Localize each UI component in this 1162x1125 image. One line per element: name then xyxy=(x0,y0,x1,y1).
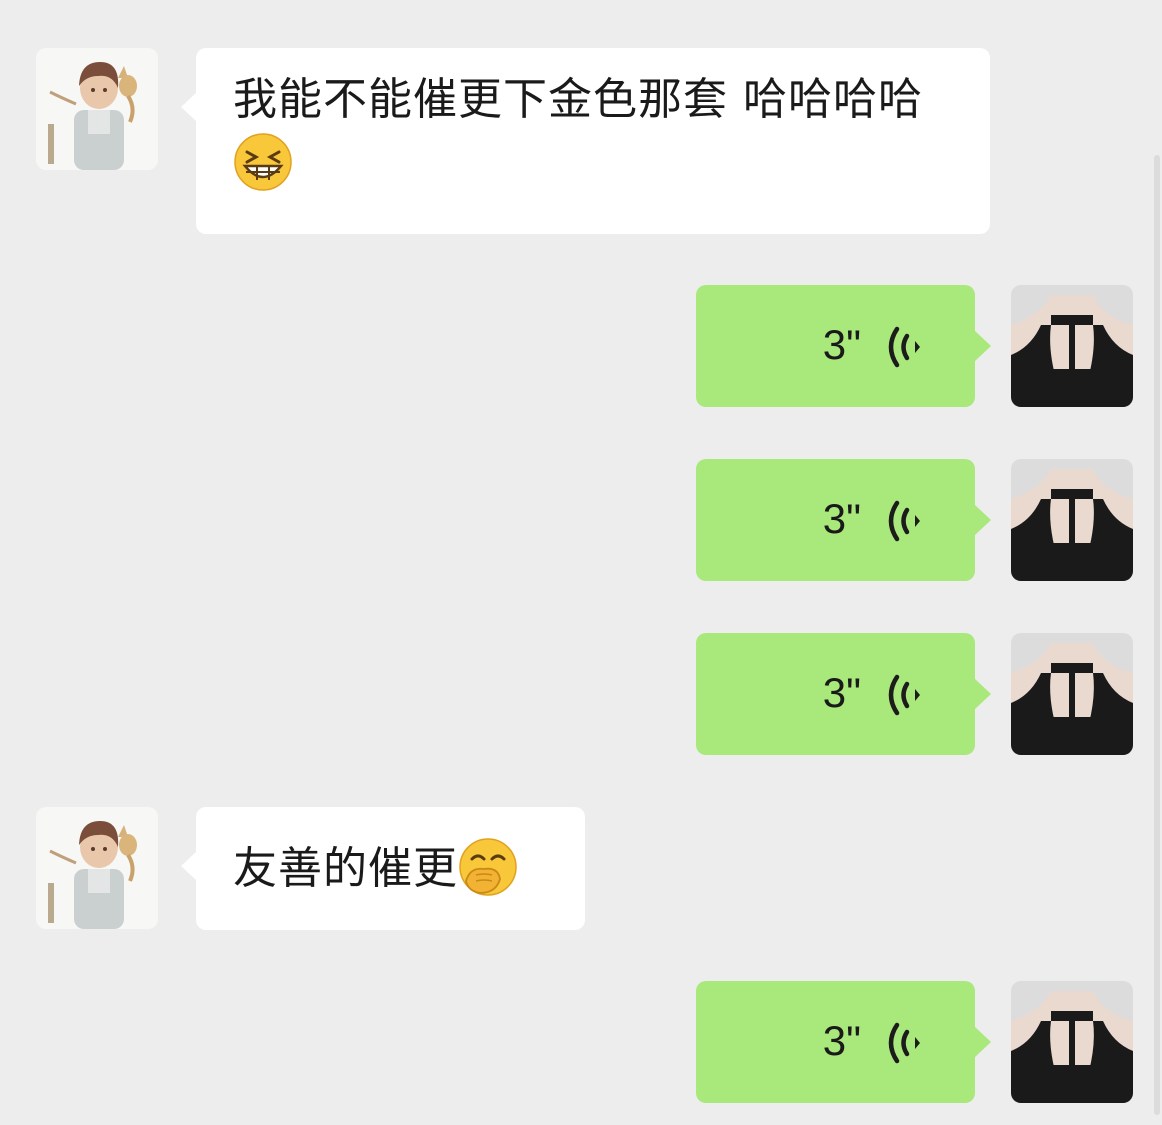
incoming-text-bubble[interactable]: 友善的催更 xyxy=(181,807,585,930)
message-text: 友善的催更 xyxy=(233,843,458,894)
voice-playback-icon xyxy=(888,1022,920,1064)
voice-duration: 3" xyxy=(822,1017,861,1064)
my-avatar[interactable] xyxy=(1011,459,1133,581)
outgoing-voice-bubble[interactable]: 3" xyxy=(696,633,991,755)
my-avatar[interactable] xyxy=(1011,981,1133,1103)
outgoing-voice-bubble[interactable]: 3" xyxy=(696,981,991,1103)
voice-duration: 3" xyxy=(822,321,861,368)
outgoing-voice-bubble[interactable]: 3" xyxy=(696,285,991,407)
outgoing-voice-bubble[interactable]: 3" xyxy=(696,459,991,581)
friend-avatar[interactable] xyxy=(36,48,158,170)
grinning-squinting-face-icon xyxy=(234,133,292,191)
scrollbar[interactable] xyxy=(1154,155,1160,1115)
chat-message-list[interactable]: 我能不能催更下金色那套 哈哈哈哈 3" 3" 3" 友善的催更 3" xyxy=(0,0,1162,1125)
friend-avatar[interactable] xyxy=(36,807,158,929)
voice-duration: 3" xyxy=(822,495,861,542)
voice-duration: 3" xyxy=(822,669,861,716)
message-text: 我能不能催更下金色那套 哈哈哈哈 xyxy=(233,74,923,125)
my-avatar[interactable] xyxy=(1011,633,1133,755)
incoming-text-bubble[interactable]: 我能不能催更下金色那套 哈哈哈哈 xyxy=(181,48,990,234)
my-avatar[interactable] xyxy=(1011,285,1133,407)
voice-playback-icon xyxy=(888,674,920,716)
face-with-hand-over-mouth-icon xyxy=(459,838,517,896)
voice-playback-icon xyxy=(888,326,920,368)
voice-playback-icon xyxy=(888,500,920,542)
